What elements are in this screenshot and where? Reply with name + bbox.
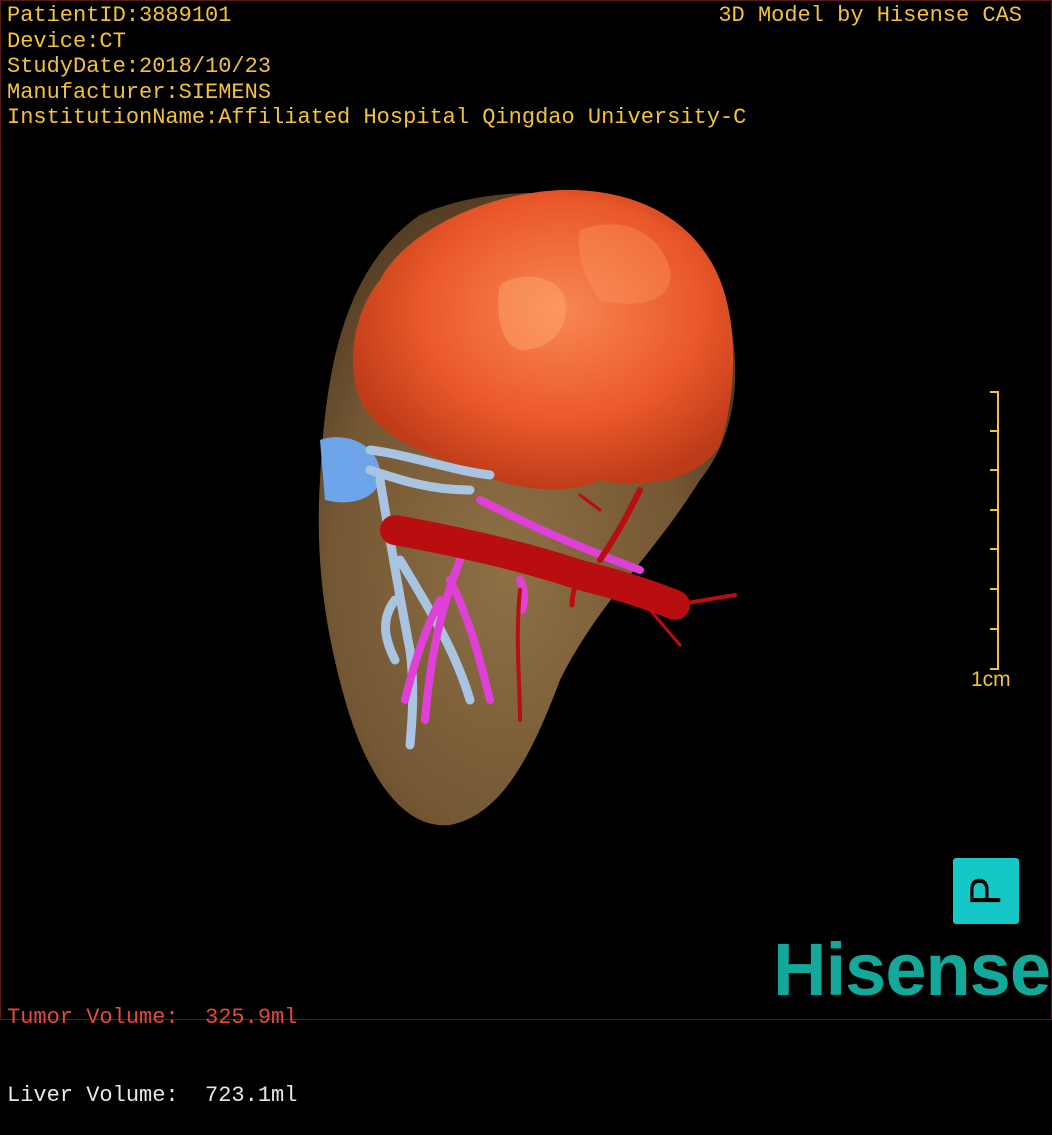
scale-bar — [990, 391, 999, 670]
3d-model-viewport[interactable] — [0, 0, 1052, 1020]
orientation-marker-button[interactable]: P — [953, 858, 1019, 924]
model-credit-text: 3D Model by Hisense CAS — [718, 3, 1022, 28]
tumor-volume-text: Tumor Volume: 325.9ml — [7, 1005, 298, 1030]
institution-text: InstitutionName:Affiliated Hospital Qing… — [7, 105, 747, 130]
volume-readout: Tumor Volume: 325.9ml Liver Volume: 723.… — [7, 953, 297, 1135]
hisense-logo: Hisense — [773, 928, 1051, 1011]
device-text: Device:CT — [7, 28, 126, 54]
liver-volume-text: Liver Volume: 723.1ml — [7, 1083, 298, 1108]
patient-info-panel: PatientID:3889101 Device:CT StudyDate:20… — [7, 3, 746, 131]
orientation-label: P — [961, 876, 1010, 906]
scale-label: 1cm — [971, 668, 1011, 691]
study-date-text: StudyDate:2018/10/23 — [7, 54, 272, 79]
manufacturer-text: Manufacturer:SIEMENS — [7, 79, 272, 105]
patient-id-text: PatientID:3889101 — [7, 3, 232, 28]
